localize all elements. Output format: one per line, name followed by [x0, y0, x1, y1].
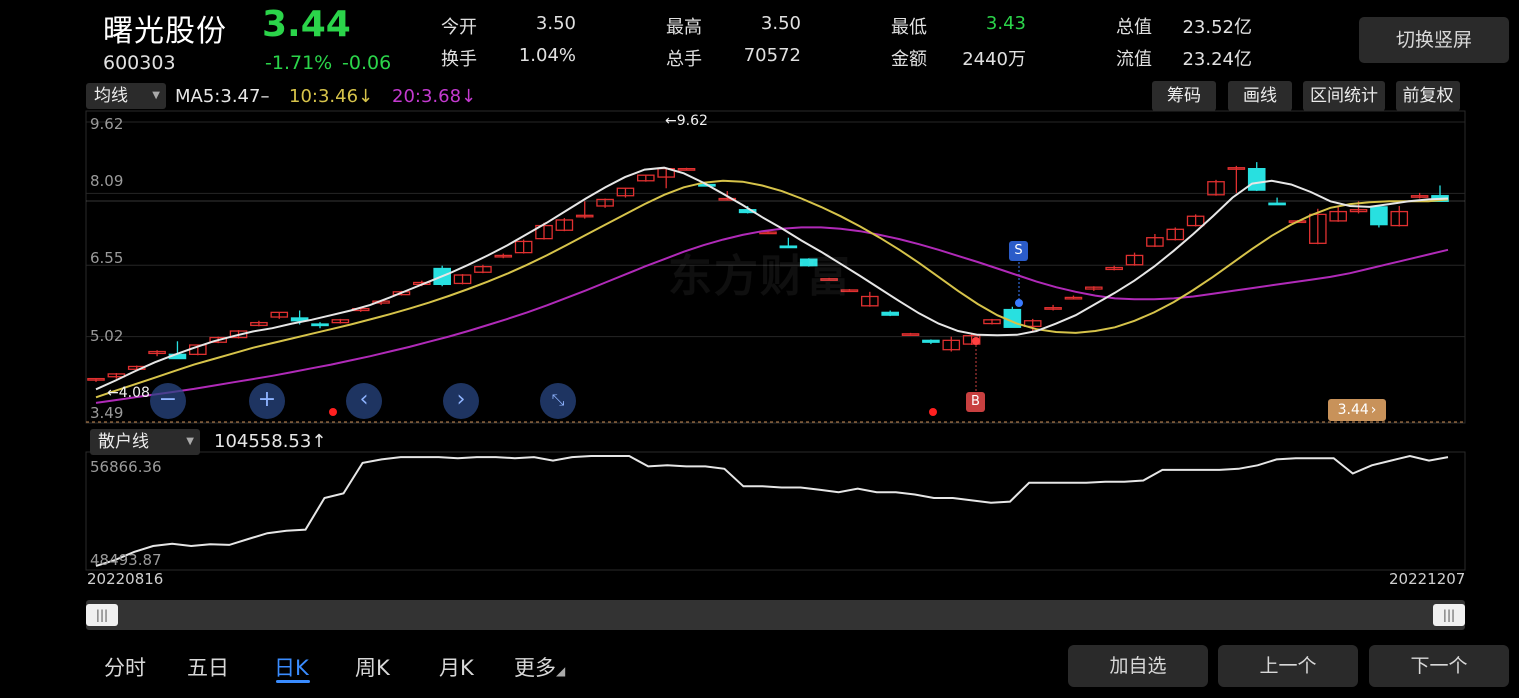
retail-line-chart — [95, 454, 1449, 567]
price-axis-label: 5.02 — [90, 327, 124, 345]
indicator-axis-top: 56866.36 — [90, 458, 162, 476]
watermark-logo: 东方财富 — [668, 251, 852, 302]
current-price-tag-label: 3.44 — [1337, 402, 1369, 418]
candle-body — [1268, 202, 1286, 206]
tab-more[interactable]: 更多◢ — [514, 652, 565, 682]
buy-signal-badge[interactable]: B — [966, 392, 985, 412]
tab-monthly-k[interactable]: 月K — [439, 652, 474, 682]
sell-point-dot — [1015, 299, 1023, 307]
tab-five-day[interactable]: 五日 — [187, 652, 229, 682]
candlestick-chart[interactable] — [0, 0, 1519, 698]
indicator-selector-label: 散户线 — [98, 432, 149, 452]
next-stock-button[interactable]: 下一个 — [1369, 645, 1509, 687]
tab-weekly-k[interactable]: 周K — [355, 652, 390, 682]
buy-point-dot — [972, 337, 980, 345]
range-handle-left[interactable]: ||| — [86, 604, 118, 626]
chevron-right-icon: › — [1370, 402, 1377, 418]
price-axis-label: 9.62 — [90, 115, 124, 133]
indicator-selector-dropdown[interactable]: 散户线 ▼ — [90, 429, 200, 455]
tab-more-label: 更多 — [514, 656, 556, 680]
candle-body — [881, 311, 899, 316]
indicator-value: 104558.53↑ — [214, 431, 327, 452]
retail-line — [95, 454, 1449, 567]
candle-body — [1247, 168, 1266, 191]
sell-signal-badge[interactable]: S — [1009, 241, 1028, 261]
price-axis-label: 8.09 — [90, 172, 124, 190]
start-date: 20220816 — [87, 570, 164, 588]
tab-daily-k[interactable]: 日K — [274, 652, 309, 682]
candle-body — [311, 323, 329, 327]
chevron-left-icon[interactable]: ‹ — [346, 383, 382, 419]
caret-down-icon: ▼ — [186, 436, 194, 447]
minus-icon[interactable]: − — [150, 383, 186, 419]
collapse-icon[interactable]: ⤡ — [540, 383, 576, 419]
end-date: 20221207 — [1389, 570, 1466, 588]
signal-dot — [929, 408, 937, 416]
signal-dot — [329, 408, 337, 416]
candle-body — [1370, 206, 1388, 226]
chevron-right-icon[interactable]: › — [443, 383, 479, 419]
indicator-axis-bottom: 48493.87 — [90, 551, 162, 569]
low-price-marker: ←4.08 — [107, 385, 150, 401]
range-handle-right[interactable]: ||| — [1433, 604, 1465, 626]
active-tab-indicator — [276, 680, 310, 683]
tab-intraday[interactable]: 分时 — [104, 652, 146, 682]
indicator-frame — [85, 451, 1466, 571]
plus-icon[interactable]: + — [249, 383, 285, 419]
corner-arrow-icon: ◢ — [556, 664, 566, 678]
range-scrollbar[interactable] — [86, 600, 1465, 630]
previous-stock-button[interactable]: 上一个 — [1218, 645, 1358, 687]
add-watchlist-button[interactable]: 加自选 — [1068, 645, 1208, 687]
price-axis-label: 3.49 — [90, 404, 124, 422]
price-axis-label: 6.55 — [90, 249, 124, 267]
candle-body — [922, 339, 940, 343]
current-price-tag: 3.44 › — [1328, 399, 1386, 421]
high-price-marker: ←9.62 — [665, 113, 708, 129]
